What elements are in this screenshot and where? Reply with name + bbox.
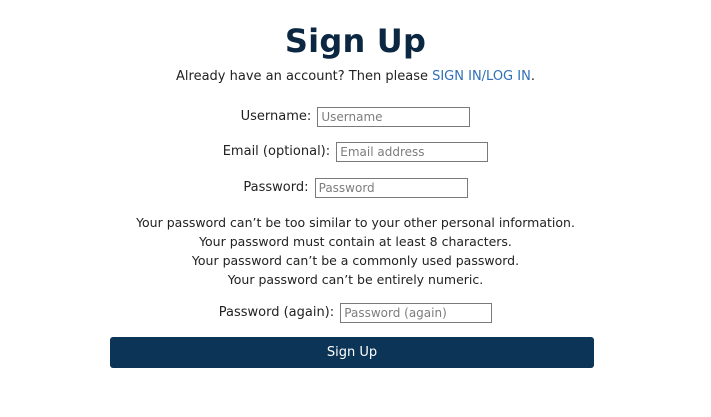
- password-help-line: Your password can’t be a commonly used p…: [191, 253, 520, 268]
- login-prompt-text: Already have an account? Then please: [176, 69, 433, 84]
- password-help-text: Your password can’t be too similar to yo…: [0, 213, 711, 289]
- username-input[interactable]: [317, 107, 471, 127]
- password-help-line: Your password can’t be too similar to yo…: [136, 215, 575, 230]
- password-again-input[interactable]: [340, 303, 493, 323]
- sign-up-button[interactable]: Sign Up: [110, 337, 594, 368]
- password-help-line: Your password must contain at least 8 ch…: [199, 234, 512, 249]
- password-input[interactable]: [314, 178, 468, 198]
- email-input[interactable]: [336, 142, 489, 162]
- email-label: Email (optional):: [222, 144, 331, 159]
- sign-in-link[interactable]: SIGN IN/LOG IN: [432, 69, 531, 84]
- password-help-line: Your password can’t be entirely numeric.: [227, 272, 484, 287]
- password-again-row: Password (again):: [0, 301, 711, 325]
- login-prompt-suffix: .: [530, 69, 535, 84]
- password-again-label: Password (again):: [218, 305, 335, 320]
- email-row: Email (optional):: [0, 140, 711, 164]
- password-label: Password:: [243, 180, 309, 195]
- username-label: Username:: [240, 109, 312, 124]
- password-row: Password:: [0, 176, 711, 200]
- login-prompt: Already have an account? Then please SIG…: [0, 69, 711, 84]
- page-title: Sign Up: [284, 22, 427, 60]
- signup-page: Sign Up Already have an account? Then pl…: [0, 0, 711, 417]
- username-row: Username:: [0, 105, 711, 129]
